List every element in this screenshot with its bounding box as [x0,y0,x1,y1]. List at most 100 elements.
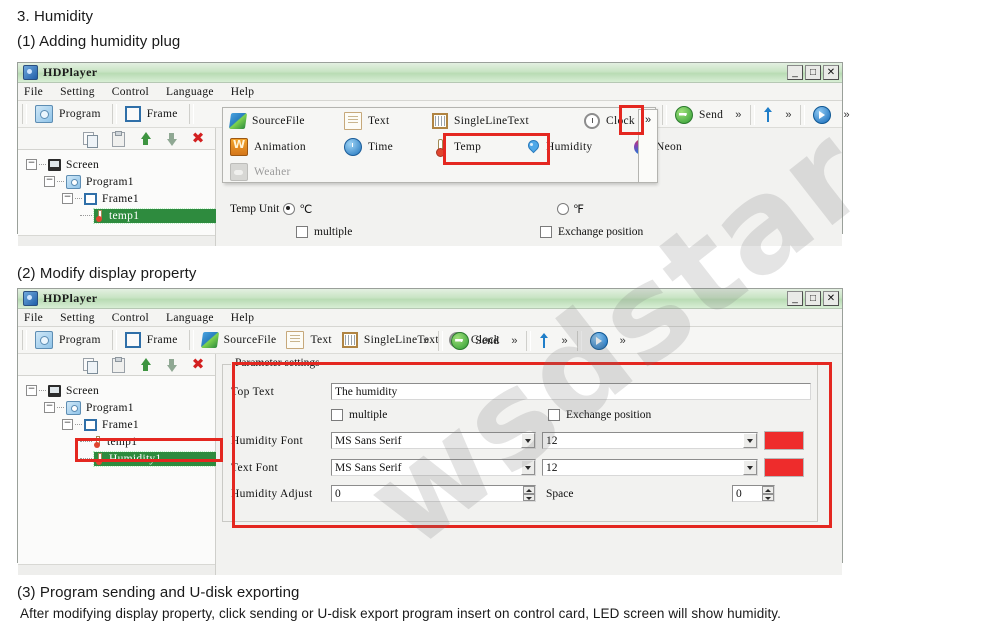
send-grip[interactable] [662,104,667,125]
text-font-family-select[interactable]: MS Sans Serif [331,459,536,476]
play-grip[interactable] [800,104,806,125]
tree-horizontal-scrollbar[interactable] [18,564,215,575]
updown-overflow-chevron[interactable]: » [556,335,572,347]
delete-icon[interactable]: ✖ [191,356,205,373]
expander-icon[interactable]: − [62,419,73,430]
toolbar-sourcefile-button[interactable]: SourceFile [199,330,284,350]
celsius-radio[interactable] [283,202,296,215]
play-button[interactable] [587,330,615,352]
multiple-checkbox[interactable] [296,225,308,238]
toolbar-text-button[interactable]: Text [283,329,338,351]
send-overflow-chevron[interactable]: » [730,109,746,121]
maximize-button[interactable]: □ [805,291,821,306]
play-grip[interactable] [576,330,582,351]
copy-icon[interactable] [83,131,98,148]
plugin-temp-button[interactable]: Temp [429,137,523,157]
play-overflow-chevron[interactable]: » [615,335,631,347]
chevron-down-icon[interactable] [521,460,535,475]
toolbar-grip-2[interactable] [111,104,117,124]
menu-file[interactable]: File [24,312,43,324]
move-down-icon[interactable] [165,131,178,147]
tree-item-temp1[interactable]: temp1 [26,207,249,224]
top-text-input[interactable]: The humidity [331,383,811,400]
expander-icon[interactable]: − [44,402,55,413]
multiple-checkbox[interactable] [331,409,343,421]
toolbar-grip-3[interactable] [188,330,194,350]
plugin-text-button[interactable]: Text [341,110,429,132]
close-button[interactable]: ✕ [823,65,839,80]
minimize-button[interactable]: _ [787,291,803,306]
exchange-position-checkbox[interactable] [540,225,552,238]
chevron-down-icon[interactable] [743,460,757,475]
tree-item-humidity1[interactable]: Humidity1 [26,450,249,467]
plugin-humidity-button[interactable]: Humidity [523,137,631,157]
play-overflow-chevron[interactable]: » [838,109,854,121]
expander-icon[interactable]: − [26,159,37,170]
tree-item-program1[interactable]: − Program1 [26,173,215,190]
updown-grip[interactable] [526,330,532,351]
plugin-sourcefile-button[interactable]: SourceFile [227,111,341,131]
menu-file[interactable]: File [24,86,43,98]
humidity-adjust-stepper[interactable]: 0 [331,485,536,502]
tree-item-temp1[interactable]: temp1 [26,433,215,450]
send-overflow-chevron[interactable]: » [506,335,522,347]
toolbar-expand-chevron-button[interactable]: » [638,109,658,183]
plugin-animation-button[interactable]: Animation [227,136,341,158]
updown-button[interactable] [760,105,780,125]
stepper-arrows-icon[interactable] [762,486,774,501]
chevron-down-icon[interactable] [521,433,535,448]
paste-icon[interactable] [111,130,126,147]
menu-help[interactable]: Help [231,312,255,324]
toolbar-grip[interactable] [22,104,27,124]
fahrenheit-radio[interactable] [557,202,569,215]
menu-language[interactable]: Language [166,86,214,98]
menu-control[interactable]: Control [112,86,149,98]
text-font-color-swatch[interactable] [764,458,804,477]
toolbar-program-button[interactable]: Program [32,329,108,351]
move-down-icon[interactable] [165,357,178,373]
toolbar-grip-3[interactable] [188,104,194,124]
send-button[interactable]: Send [672,104,730,126]
delete-icon[interactable]: ✖ [191,130,205,147]
move-up-icon[interactable] [139,357,152,373]
expander-icon[interactable]: − [62,193,73,204]
menu-setting[interactable]: Setting [60,86,95,98]
exchange-position-checkbox[interactable] [548,409,560,421]
maximize-button[interactable]: □ [805,65,821,80]
tree-horizontal-scrollbar[interactable] [18,235,215,246]
play-button[interactable] [810,104,838,126]
plugins-overflow-chevron[interactable]: » [418,335,434,347]
text-font-size-select[interactable]: 12 [542,459,758,476]
chevron-down-icon[interactable] [743,433,757,448]
toolbar-frame-button[interactable]: Frame [122,104,185,124]
plugin-clock-button[interactable]: Clock [581,111,642,131]
menu-help[interactable]: Help [231,86,255,98]
close-button[interactable]: ✕ [823,291,839,306]
toolbar-frame-button[interactable]: Frame [122,330,185,350]
toolbar-grip-2[interactable] [111,330,117,350]
move-up-icon[interactable] [139,131,152,147]
plugin-singlelinetext-button[interactable]: SingleLineText [429,111,581,131]
tree-item-screen[interactable]: − Screen [26,382,215,399]
humidity-font-family-select[interactable]: MS Sans Serif [331,432,536,449]
updown-overflow-chevron[interactable]: » [780,109,796,121]
tree-item-frame1[interactable]: − Frame1 [26,416,215,433]
plugin-time-button[interactable]: Time [341,136,429,158]
menu-setting[interactable]: Setting [60,312,95,324]
stepper-arrows-icon[interactable] [523,486,535,501]
expander-icon[interactable]: − [44,176,55,187]
copy-icon[interactable] [83,357,98,374]
menu-control[interactable]: Control [112,312,149,324]
updown-grip[interactable] [750,104,756,125]
paste-icon[interactable] [111,356,126,373]
humidity-font-color-swatch[interactable] [764,431,804,450]
send-grip[interactable] [438,330,444,351]
tree-item-screen[interactable]: − Screen [26,156,215,173]
send-button[interactable]: Send [448,330,506,352]
updown-button[interactable] [536,331,556,351]
tree-item-frame1[interactable]: − Frame1 [26,190,215,207]
toolbar-program-button[interactable]: Program [32,103,108,125]
tree-item-program1[interactable]: − Program1 [26,399,215,416]
humidity-font-size-select[interactable]: 12 [542,432,758,449]
toolbar-grip[interactable] [22,330,27,350]
